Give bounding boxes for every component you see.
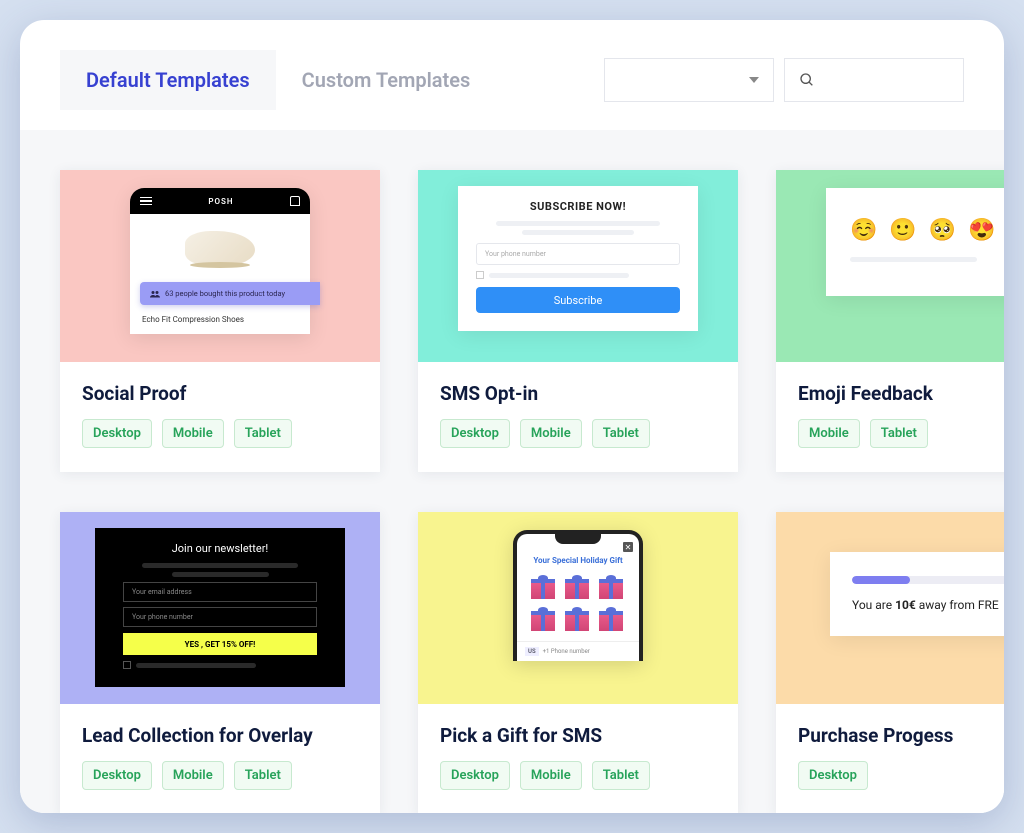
- search-icon: [799, 72, 815, 88]
- card-preview: ✕ Your Special Holiday Gift US: [418, 512, 738, 704]
- card-tags: Desktop Mobile Tablet: [82, 419, 358, 448]
- gift-heading: Your Special Holiday Gift: [517, 556, 639, 565]
- card-tags: Desktop Mobile Tablet: [440, 419, 716, 448]
- app-window: Default Templates Custom Templates POSH: [20, 20, 1004, 813]
- template-card-purchase-progress[interactable]: You are 10€ away from FRE Purchase Proge…: [776, 512, 1004, 813]
- card-tags: Desktop: [798, 761, 1004, 790]
- emoji-icon: 🥺: [929, 218, 956, 243]
- emoji-icon: ☺️: [850, 218, 877, 243]
- content-area: POSH 63 people bought this product today…: [20, 130, 1004, 813]
- card-preview: SUBSCRIBE NOW! Your phone number Subscri…: [418, 170, 738, 362]
- tag: Tablet: [870, 419, 928, 448]
- card-preview: You are 10€ away from FRE: [776, 512, 1004, 704]
- card-title: Purchase Progess: [798, 724, 1004, 747]
- email-input: Your email address: [123, 582, 317, 602]
- checkbox-icon: [476, 271, 484, 279]
- card-tags: Desktop Mobile Tablet: [440, 761, 716, 790]
- phone-placeholder: +1 Phone number: [543, 648, 590, 655]
- template-grid: POSH 63 people bought this product today…: [60, 170, 964, 813]
- template-card-pick-a-gift[interactable]: ✕ Your Special Holiday Gift US: [418, 512, 738, 813]
- card-preview: Join our newsletter! Your email address …: [60, 512, 380, 704]
- gift-icon: [565, 607, 589, 631]
- brand-label: POSH: [208, 197, 233, 206]
- modal-heading: Join our newsletter!: [123, 542, 317, 555]
- emoji-row: ☺️ 🙂 🥺 😍: [850, 218, 1004, 243]
- template-card-emoji-feedback[interactable]: ☺️ 🙂 🥺 😍 Emoji Feedback Mobile Tablet: [776, 170, 1004, 472]
- modal-heading: SUBSCRIBE NOW!: [476, 200, 680, 213]
- tabs: Default Templates Custom Templates: [60, 50, 496, 110]
- tag: Desktop: [798, 761, 868, 790]
- progress-text: You are 10€ away from FRE: [852, 598, 1004, 612]
- tag: Desktop: [82, 761, 152, 790]
- card-title: Social Proof: [82, 382, 358, 405]
- product-caption: Echo Fit Compression Shoes: [130, 311, 310, 334]
- template-card-social-proof[interactable]: POSH 63 people bought this product today…: [60, 170, 380, 472]
- hamburger-icon: [140, 197, 152, 206]
- social-proof-pill: 63 people bought this product today: [140, 282, 320, 305]
- search-input[interactable]: [784, 58, 964, 102]
- cta-button: YES , GET 15% OFF!: [123, 633, 317, 655]
- product-image: [185, 231, 255, 266]
- gift-icon: [599, 607, 623, 631]
- template-card-sms-optin[interactable]: SUBSCRIBE NOW! Your phone number Subscri…: [418, 170, 738, 472]
- tag: Tablet: [592, 761, 650, 790]
- people-icon: [150, 290, 160, 298]
- emoji-icon: 😍: [968, 218, 995, 243]
- tag: Desktop: [440, 419, 510, 448]
- subscribe-button: Subscribe: [476, 287, 680, 313]
- progress-bar: [852, 576, 1004, 584]
- card-tags: Desktop Mobile Tablet: [82, 761, 358, 790]
- card-title: Emoji Feedback: [798, 382, 1004, 405]
- tag: Tablet: [234, 761, 292, 790]
- tag: Mobile: [162, 761, 224, 790]
- tag: Tablet: [234, 419, 292, 448]
- emoji-icon: 🙂: [889, 218, 916, 243]
- tab-custom-templates[interactable]: Custom Templates: [276, 50, 497, 110]
- gift-icon: [531, 575, 555, 599]
- template-card-lead-collection[interactable]: Join our newsletter! Your email address …: [60, 512, 380, 813]
- card-title: SMS Opt-in: [440, 382, 716, 405]
- tag: Tablet: [592, 419, 650, 448]
- card-preview: POSH 63 people bought this product today…: [60, 170, 380, 362]
- tag: Desktop: [82, 419, 152, 448]
- card-title: Pick a Gift for SMS: [440, 724, 716, 747]
- filter-dropdown[interactable]: [604, 58, 774, 102]
- gift-icon: [531, 607, 555, 631]
- tag: Mobile: [520, 419, 582, 448]
- card-tags: Mobile Tablet: [798, 419, 1004, 448]
- country-tag: US: [525, 647, 539, 656]
- shopping-bag-icon: [290, 196, 300, 206]
- topbar: Default Templates Custom Templates: [20, 20, 1004, 130]
- tab-default-templates[interactable]: Default Templates: [60, 50, 276, 110]
- tag: Mobile: [798, 419, 860, 448]
- phone-notch: [555, 534, 601, 544]
- proof-text: 63 people bought this product today: [165, 289, 285, 298]
- card-title: Lead Collection for Overlay: [82, 724, 358, 747]
- gift-icon: [565, 575, 589, 599]
- chevron-down-icon: [749, 77, 759, 83]
- phone-input: Your phone number: [476, 243, 680, 265]
- close-icon: ✕: [623, 542, 633, 552]
- card-preview: ☺️ 🙂 🥺 😍: [776, 170, 1004, 362]
- phone-input: Your phone number: [123, 607, 317, 627]
- checkbox-icon: [123, 661, 131, 669]
- tag: Desktop: [440, 761, 510, 790]
- tag: Mobile: [162, 419, 224, 448]
- gift-icon: [599, 575, 623, 599]
- tag: Mobile: [520, 761, 582, 790]
